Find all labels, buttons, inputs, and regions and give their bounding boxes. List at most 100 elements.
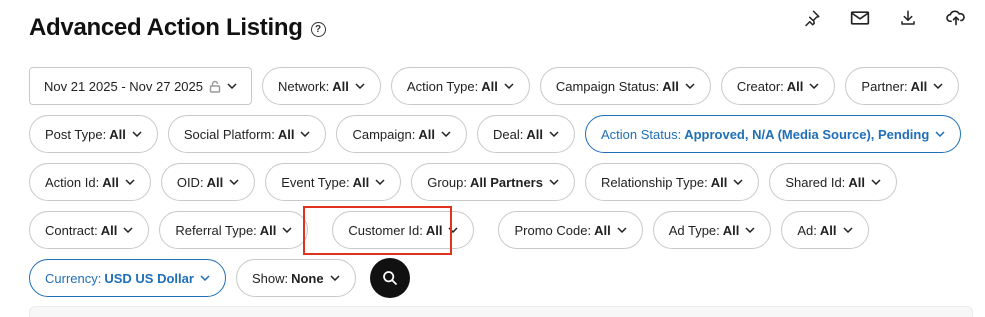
- chevron-down-icon: [809, 81, 819, 91]
- filter-value: All: [206, 174, 224, 190]
- filter-row-5: Currency: USD US Dollar Show: None: [29, 258, 969, 298]
- filter-action-status[interactable]: Action Status: Approved, N/A (Media Sourc…: [584, 115, 962, 153]
- filter-row-4: Contract: All Referral Type: All Customer …: [29, 211, 969, 249]
- filter-campaign[interactable]: Campaign: All: [336, 115, 467, 153]
- filter-relationship-type[interactable]: Relationship Type: All: [584, 163, 760, 201]
- chevron-down-icon: [375, 177, 385, 187]
- filter-label: Shared Id:: [785, 174, 846, 190]
- page-header: Advanced Action Listing ?: [29, 14, 326, 42]
- filter-label: Partner:: [861, 78, 908, 94]
- results-panel: [29, 306, 973, 317]
- filter-label: Referral Type:: [175, 222, 257, 238]
- filter-value: All: [594, 222, 611, 238]
- chevron-down-icon: [330, 273, 340, 283]
- chevron-down-icon: [549, 177, 559, 187]
- filter-label: Deal:: [492, 126, 524, 142]
- filter-social-platform[interactable]: Social Platform: All: [167, 115, 327, 153]
- chevron-down-icon: [733, 177, 743, 187]
- filter-label: Relationship Type:: [600, 174, 708, 190]
- filter-value: None: [291, 270, 324, 286]
- filter-label: Social Platform:: [183, 126, 275, 142]
- filter-label: Contract:: [45, 222, 98, 238]
- filter-value: All: [910, 78, 928, 94]
- filter-value: All: [259, 222, 277, 238]
- cloud-sync-icon[interactable]: [942, 6, 970, 30]
- filter-value: All: [786, 78, 804, 94]
- filter-label: Post Type:: [45, 126, 107, 142]
- download-icon[interactable]: [894, 6, 922, 30]
- filter-value: All: [418, 126, 435, 142]
- filter-show[interactable]: Show: None: [235, 259, 356, 297]
- date-range-value: Nov 21 2025 - Nov 27 2025: [44, 78, 203, 94]
- filter-post-type[interactable]: Post Type: All: [29, 115, 158, 153]
- filter-creator[interactable]: Creator: All: [720, 67, 836, 105]
- chevron-down-icon: [871, 177, 881, 187]
- mail-icon[interactable]: [846, 6, 874, 30]
- filter-label: Action Id:: [45, 174, 100, 190]
- search-button[interactable]: [369, 258, 410, 298]
- chevron-down-icon: [229, 177, 239, 187]
- filter-action-type[interactable]: Action Type: All: [390, 67, 530, 105]
- chevron-down-icon: [125, 177, 135, 187]
- pin-icon[interactable]: [798, 6, 826, 30]
- filter-label: Campaign Status:: [555, 78, 660, 94]
- filter-value: All: [102, 174, 119, 190]
- filter-label: Promo Code:: [514, 222, 592, 238]
- filter-network[interactable]: Network: All: [262, 67, 381, 105]
- help-icon[interactable]: ?: [310, 22, 326, 37]
- filter-currency[interactable]: Currency: USD US Dollar: [29, 259, 226, 297]
- filter-value: All Partners: [469, 174, 543, 190]
- filter-label: Group:: [427, 174, 467, 190]
- filter-label: Action Status:: [600, 126, 682, 142]
- filter-contract[interactable]: Contract: All: [29, 211, 150, 249]
- chevron-down-icon: [227, 81, 237, 91]
- filter-action-id[interactable]: Action Id: All: [29, 163, 151, 201]
- filter-value: All: [352, 174, 370, 190]
- filter-promo-code[interactable]: Promo Code: All: [498, 211, 643, 249]
- filter-campaign-status[interactable]: Campaign Status: All: [539, 67, 711, 105]
- filter-label: Customer Id:: [348, 222, 423, 238]
- chevron-down-icon: [441, 129, 451, 139]
- filter-value: All: [425, 222, 443, 238]
- filter-label: Currency:: [45, 270, 102, 286]
- date-range-picker[interactable]: Nov 21 2025 - Nov 27 2025: [29, 67, 252, 105]
- filter-oid[interactable]: OID: All: [160, 163, 256, 201]
- filter-label: Campaign:: [352, 126, 416, 142]
- chevron-down-icon: [504, 81, 514, 91]
- filter-label: OID:: [176, 174, 204, 190]
- filter-value: All: [481, 78, 498, 94]
- chevron-down-icon: [123, 225, 133, 235]
- header-toolbar: [798, 6, 970, 30]
- chevron-down-icon: [132, 129, 142, 139]
- filter-value: All: [100, 222, 118, 238]
- chevron-down-icon: [448, 225, 458, 235]
- filter-value: All: [710, 174, 728, 190]
- unlock-icon: [209, 80, 221, 93]
- filter-partner[interactable]: Partner: All: [845, 67, 960, 105]
- filter-shared-id[interactable]: Shared Id: All: [769, 163, 897, 201]
- filter-deal[interactable]: Deal: All: [476, 115, 575, 153]
- filter-value: All: [526, 126, 543, 142]
- filter-referral-type[interactable]: Referral Type: All: [159, 211, 309, 249]
- filter-value: All: [848, 174, 865, 190]
- search-icon: [382, 271, 397, 285]
- filter-value: All: [277, 126, 295, 142]
- chevron-down-icon: [933, 81, 943, 91]
- filter-label: Creator:: [736, 78, 784, 94]
- filter-event-type[interactable]: Event Type: All: [265, 163, 402, 201]
- filter-value: All: [109, 126, 126, 142]
- chevron-down-icon: [935, 129, 945, 139]
- filter-row-2: Post Type: All Social Platform: All Campai…: [29, 115, 969, 153]
- filter-ad[interactable]: Ad: All: [781, 211, 869, 249]
- chevron-down-icon: [200, 273, 210, 283]
- chevron-down-icon: [355, 81, 365, 91]
- chevron-down-icon: [843, 225, 853, 235]
- filter-row-1: Nov 21 2025 - Nov 27 2025 Network: All Ac…: [29, 67, 969, 105]
- filter-label: Action Type:: [406, 78, 479, 94]
- filter-customer-id[interactable]: Customer Id: All: [332, 211, 475, 249]
- filter-value: All: [819, 222, 837, 238]
- filter-label: Ad:: [797, 222, 817, 238]
- filter-group[interactable]: Group: All Partners: [411, 163, 575, 201]
- filter-ad-type[interactable]: Ad Type: All: [652, 211, 772, 249]
- filter-value: Approved, N/A (Media Source), Pending: [684, 126, 930, 142]
